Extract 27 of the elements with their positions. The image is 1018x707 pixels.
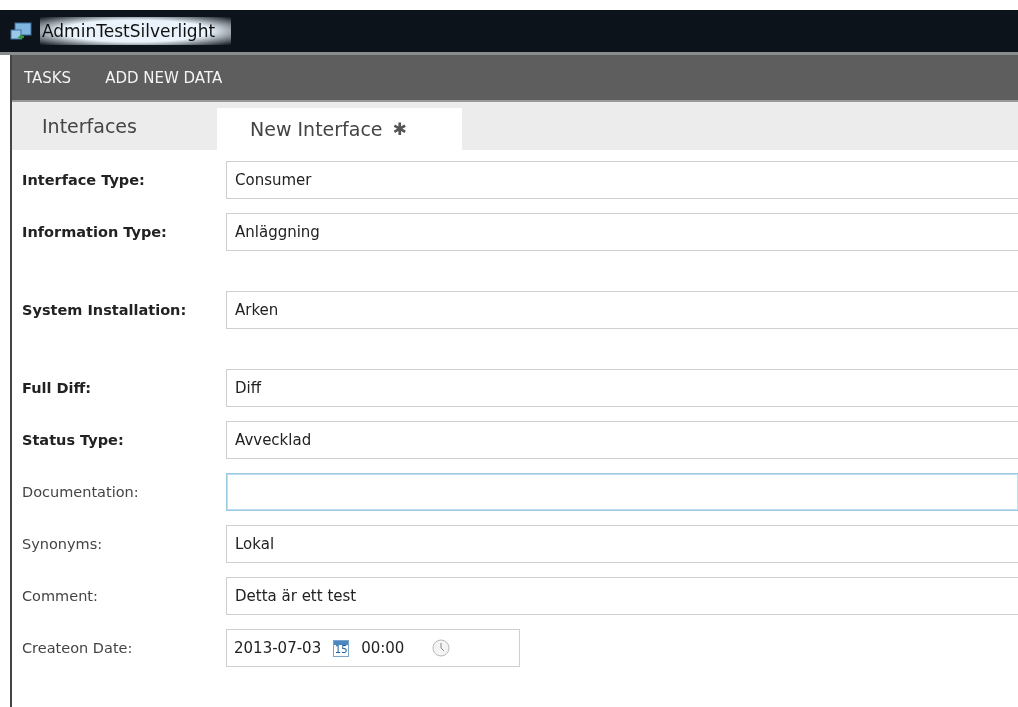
text-field[interactable]: Arken	[226, 291, 1018, 329]
field-label: Comment:	[21, 588, 99, 604]
date-time-field[interactable]: 2013-07-03 15 00:00	[226, 629, 520, 667]
field-label: Full Diff:	[21, 380, 93, 396]
field-label: Synonyms:	[21, 536, 104, 552]
tab[interactable]: Interfaces	[12, 102, 217, 150]
field-label: Createon Date:	[21, 640, 134, 656]
field-label: System Installation:	[21, 302, 188, 318]
menu-item[interactable]: TASKS	[24, 68, 72, 87]
text-field[interactable]: Detta är ett test	[226, 577, 1018, 615]
field-label: Status Type:	[21, 432, 125, 448]
window-title: AdminTestSilverlight	[40, 17, 232, 45]
calendar-icon[interactable]: 15	[333, 639, 350, 657]
modified-mark: ✱	[392, 119, 407, 139]
app-icon	[10, 21, 32, 41]
menu-item[interactable]: ADD NEW DATA	[105, 68, 223, 87]
text-field[interactable]: Diff	[226, 369, 1018, 407]
clock-icon[interactable]	[432, 639, 451, 657]
tab[interactable]: New Interface ✱	[217, 108, 462, 150]
text-field[interactable]: Avvecklad	[226, 421, 1018, 459]
text-field[interactable]	[226, 473, 1018, 511]
text-field[interactable]: Anläggning	[226, 213, 1018, 251]
text-field[interactable]: Lokal	[226, 525, 1018, 563]
text-field[interactable]: Consumer	[226, 161, 1018, 199]
field-label: Information Type:	[21, 224, 168, 240]
field-label: Documentation:	[21, 484, 140, 500]
field-label: Interface Type:	[21, 172, 146, 188]
